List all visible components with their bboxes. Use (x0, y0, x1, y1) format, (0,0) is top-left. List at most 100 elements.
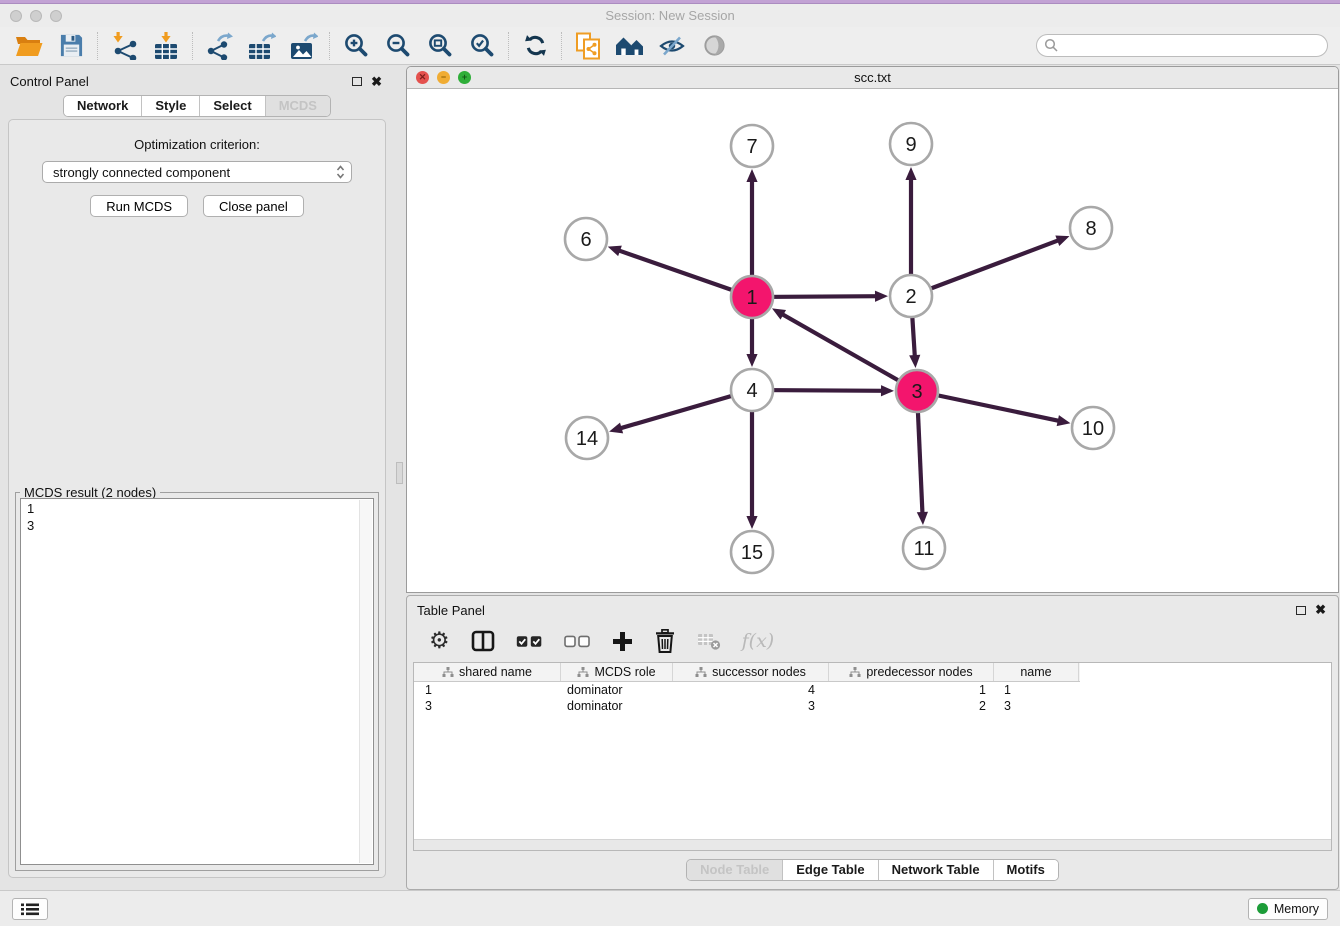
float-table-panel-button[interactable] (1296, 606, 1306, 615)
node-2[interactable]: 2 (890, 275, 932, 317)
table-cell: 2 (829, 698, 994, 714)
edge-arrow-4-15 (746, 516, 757, 529)
add-row-icon[interactable] (612, 626, 633, 656)
table-tab-node-table[interactable]: Node Table (687, 860, 783, 880)
edge-2-8[interactable] (911, 239, 1061, 296)
close-panel-button-2[interactable]: Close panel (203, 195, 304, 217)
table-tab-edge-table[interactable]: Edge Table (783, 860, 878, 880)
run-mcds-button[interactable]: Run MCDS (90, 195, 188, 217)
select-all-icon[interactable] (516, 626, 543, 656)
table-tab-motifs[interactable]: Motifs (994, 860, 1058, 880)
zoom-fit-icon[interactable] (419, 30, 461, 62)
memory-label: Memory (1274, 902, 1319, 916)
table-cell: 4 (673, 682, 829, 698)
edge-3-1[interactable] (780, 313, 917, 391)
open-session-icon[interactable] (8, 30, 50, 62)
tab-network[interactable]: Network (64, 96, 142, 116)
table-settings-icon[interactable]: ⚙ (429, 626, 450, 656)
table-panel: Table Panel ✖ ⚙ f(x) shared nameMCDS rol… (406, 595, 1339, 890)
table-tab-network-table[interactable]: Network Table (879, 860, 994, 880)
memory-status-icon (1257, 903, 1268, 914)
node-4[interactable]: 4 (731, 369, 773, 411)
table-cell: 3 (994, 698, 1079, 714)
panel-divider[interactable] (394, 66, 406, 890)
export-table-icon[interactable] (240, 30, 282, 62)
toolbar-separator (97, 32, 98, 60)
column-header-shared-name[interactable]: shared name (414, 663, 561, 681)
search-field[interactable] (1036, 34, 1328, 57)
export-network-icon[interactable] (198, 30, 240, 62)
table-row[interactable]: 1dominator411 (414, 682, 1331, 698)
divider-handle[interactable] (396, 462, 403, 484)
table-cell: dominator (561, 682, 673, 698)
zoom-in-icon[interactable] (335, 30, 377, 62)
zoom-out-icon[interactable] (377, 30, 419, 62)
svg-text:6: 6 (580, 229, 591, 251)
edge-arrow-1-4 (746, 354, 757, 367)
task-history-button[interactable] (12, 898, 48, 920)
show-graphics-details-icon[interactable] (651, 30, 693, 62)
search-input[interactable] (1059, 38, 1327, 53)
control-panel-title: Control Panel (10, 74, 89, 89)
app-title: Session: New Session (0, 8, 1340, 23)
column-header-name[interactable]: name (994, 663, 1079, 681)
close-table-panel-button[interactable]: ✖ (1315, 605, 1326, 615)
node-table[interactable]: shared nameMCDS rolesuccessor nodesprede… (413, 662, 1332, 851)
edge-arrow-2-8 (1055, 235, 1069, 245)
criterion-select[interactable]: strongly connected component (42, 161, 352, 183)
svg-text:1: 1 (746, 287, 757, 309)
node-15[interactable]: 15 (731, 531, 773, 573)
memory-button[interactable]: Memory (1248, 898, 1328, 920)
export-image-icon[interactable] (282, 30, 324, 62)
node-7[interactable]: 7 (731, 125, 773, 167)
edge-arrow-3-11 (917, 512, 928, 525)
network-home-icon[interactable] (609, 30, 651, 62)
table-row[interactable]: 3dominator323 (414, 698, 1331, 714)
select-stepper-icon (336, 164, 345, 180)
function-builder-icon[interactable]: f(x) (742, 626, 775, 656)
table-header: shared nameMCDS rolesuccessor nodesprede… (414, 663, 1080, 682)
zoom-selected-icon[interactable] (461, 30, 503, 62)
birds-eye-view-icon[interactable] (693, 30, 735, 62)
table-cell: 1 (994, 682, 1079, 698)
table-cell: dominator (561, 698, 673, 714)
column-header-MCDS-role[interactable]: MCDS role (561, 663, 673, 681)
table-tabs: Node TableEdge TableNetwork TableMotifs (686, 859, 1059, 881)
import-table-icon[interactable] (145, 30, 187, 62)
network-view-title: scc.txt (407, 70, 1338, 85)
node-8[interactable]: 8 (1070, 207, 1112, 249)
tab-style[interactable]: Style (142, 96, 200, 116)
save-session-icon[interactable] (50, 30, 92, 62)
node-1[interactable]: 1 (731, 276, 773, 318)
close-panel-button[interactable]: ✖ (371, 77, 382, 87)
node-11[interactable]: 11 (903, 527, 945, 569)
apply-layout-icon[interactable] (514, 30, 556, 62)
column-selector-icon[interactable] (471, 626, 495, 656)
deselect-all-icon[interactable] (564, 626, 591, 656)
table-hscrollbar[interactable] (414, 839, 1331, 850)
mcds-result-box[interactable]: 1 3 (20, 498, 374, 865)
delete-table-icon[interactable] (697, 626, 721, 656)
node-10[interactable]: 10 (1072, 407, 1114, 449)
table-toolbar: ⚙ f(x) (407, 620, 1338, 662)
network-window-titlebar[interactable]: ✕ − + scc.txt (407, 67, 1338, 89)
app-titlebar: Session: New Session (0, 4, 1340, 27)
import-network-icon[interactable] (103, 30, 145, 62)
node-6[interactable]: 6 (565, 218, 607, 260)
clone-network-icon[interactable] (567, 30, 609, 62)
tab-mcds[interactable]: MCDS (266, 96, 330, 116)
column-header-predecessor-nodes[interactable]: predecessor nodes (829, 663, 994, 681)
svg-text:10: 10 (1082, 418, 1104, 440)
delete-row-icon[interactable] (654, 626, 676, 656)
network-canvas[interactable]: 7 9 6 8 1 2 4 3 14 10 15 11 (407, 89, 1338, 592)
toolbar-separator (192, 32, 193, 60)
result-scrollbar[interactable] (359, 500, 372, 863)
node-14[interactable]: 14 (566, 417, 608, 459)
column-header-successor-nodes[interactable]: successor nodes (673, 663, 829, 681)
float-panel-button[interactable] (352, 77, 362, 86)
node-9[interactable]: 9 (890, 123, 932, 165)
status-bar: Memory (0, 890, 1340, 926)
table-cell: 3 (414, 698, 561, 714)
node-3[interactable]: 3 (896, 370, 938, 412)
tab-select[interactable]: Select (200, 96, 265, 116)
